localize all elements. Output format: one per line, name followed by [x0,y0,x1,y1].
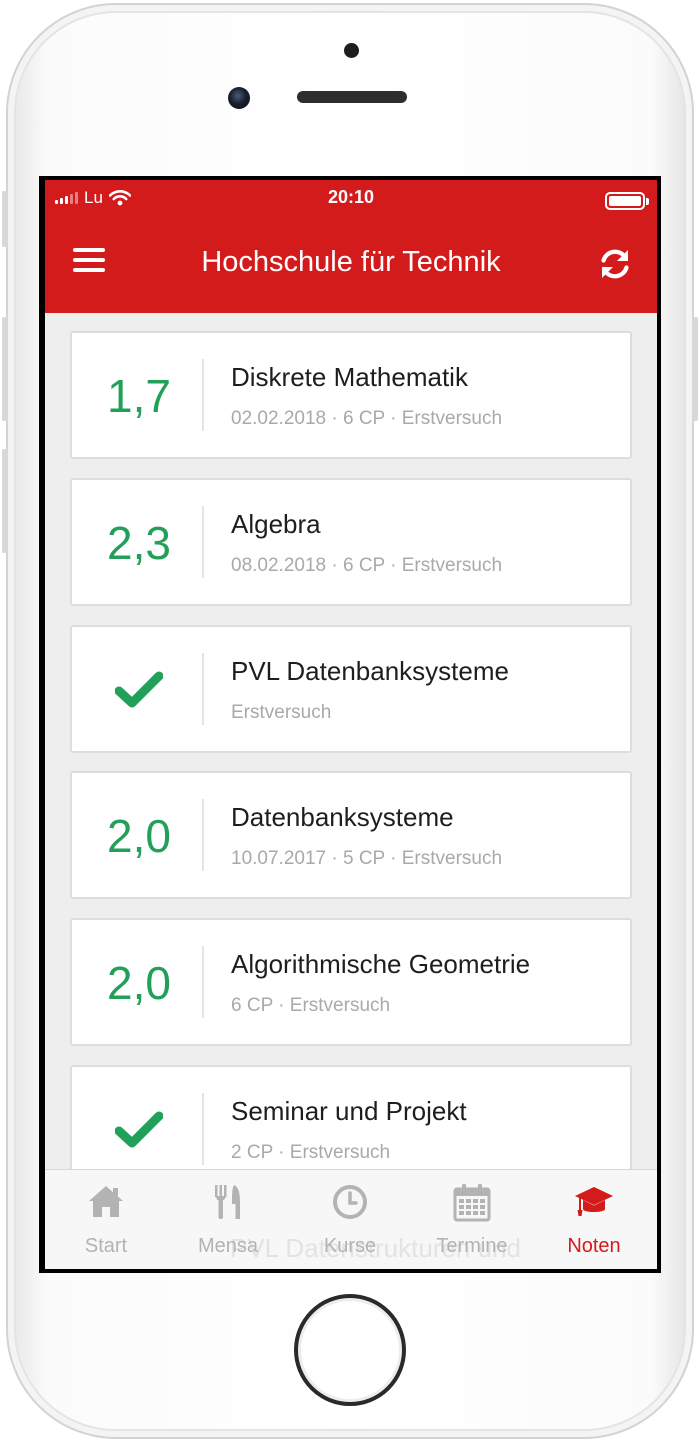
tab-start[interactable]: Start [45,1170,167,1269]
tab-label: Kurse [323,1235,377,1257]
course-meta: 2 CP · Erstversuch [231,1142,391,1163]
tab-kurse[interactable]: Kurse [289,1170,411,1269]
cutlery-icon [215,1185,240,1219]
grade-value: 1,7 [107,370,171,422]
grade-card[interactable]: 2,3 Algebra 08.02.2018 · 6 CP · Erstversuc… [70,477,632,606]
grade-card[interactable]: 2,0 Algorithmische Geometrie 6 CP · Erstve… [70,918,632,1047]
course-title: Diskrete Mathematik [231,362,468,392]
grade-value: 2,3 [107,516,171,569]
power-button [692,317,698,421]
card-divider [202,652,204,725]
card-divider [202,1093,204,1165]
course-title: Datenbanksysteme [231,802,454,833]
front-camera [228,87,250,109]
phone-screen: Lu 20:10 Hochschule für Technik 1,7 Disk… [39,176,661,1273]
mute-switch [2,191,8,247]
app-bar: Hochschule für Technik [45,218,657,313]
grade-value: 2,0 [107,957,171,1010]
card-divider [202,946,204,1019]
volume-down-button [2,449,8,553]
card-divider [202,505,204,578]
tab-bar: PVL Datenstrukturen und Start Mensa Kurs… [45,1169,657,1269]
course-meta: 10.07.2017 · 5 CP · Erstversuch [231,848,503,870]
front-sensor [344,43,359,58]
tab-termine[interactable]: Termine [411,1170,533,1269]
course-meta: 08.02.2018 · 6 CP · Erstversuch [231,554,503,576]
course-title: PVL Datenbanksysteme [231,655,509,686]
grade-card[interactable]: 1,7 Diskrete Mathematik 02.02.2018 · 6 CP … [70,331,632,459]
course-meta: Erstversuch [231,701,332,723]
header: Lu 20:10 Hochschule für Technik [45,180,657,313]
refresh-button[interactable] [597,246,633,282]
calendar-icon [453,1184,491,1222]
course-title: Seminar und Projekt [231,1096,467,1126]
status-bar: Lu 20:10 [45,180,657,218]
tab-label: Mensa [197,1235,259,1257]
grades-list: 1,7 Diskrete Mathematik 02.02.2018 · 6 CP … [45,313,657,1269]
course-meta: 6 CP · Erstversuch [231,995,391,1017]
grade-card[interactable]: 2,0 Datenbanksysteme 10.07.2017 · 5 CP · E… [70,771,632,900]
app-display: Lu 20:10 Hochschule für Technik 1,7 Disk… [45,180,657,1269]
battery-icon [605,192,649,210]
graduation-cap-icon [575,1187,613,1216]
tab-noten[interactable]: Noten [533,1170,655,1269]
course-title: Algorithmische Geometrie [231,949,531,980]
grade-card[interactable]: PVL Datenbanksysteme Erstversuch [70,624,632,753]
course-meta: 02.02.2018 · 6 CP · Erstversuch [231,408,503,429]
card-divider [202,799,204,872]
status-time: 20:10 [327,187,375,207]
volume-up-button [2,317,8,421]
tab-mensa[interactable]: Mensa [167,1170,289,1269]
course-title: Algebra [231,508,321,539]
tab-label: Noten [567,1235,621,1257]
app-title: Hochschule für Technik [201,246,501,278]
tab-label: Termine [436,1235,508,1257]
home-icon [89,1186,123,1217]
clock-icon [333,1185,367,1219]
grade-value: 2,0 [107,810,171,863]
tab-label: Start [84,1235,128,1257]
passed-checkmark-icon [72,627,206,751]
card-divider [202,359,204,431]
home-button[interactable] [294,1294,406,1406]
earpiece-speaker [297,91,407,103]
